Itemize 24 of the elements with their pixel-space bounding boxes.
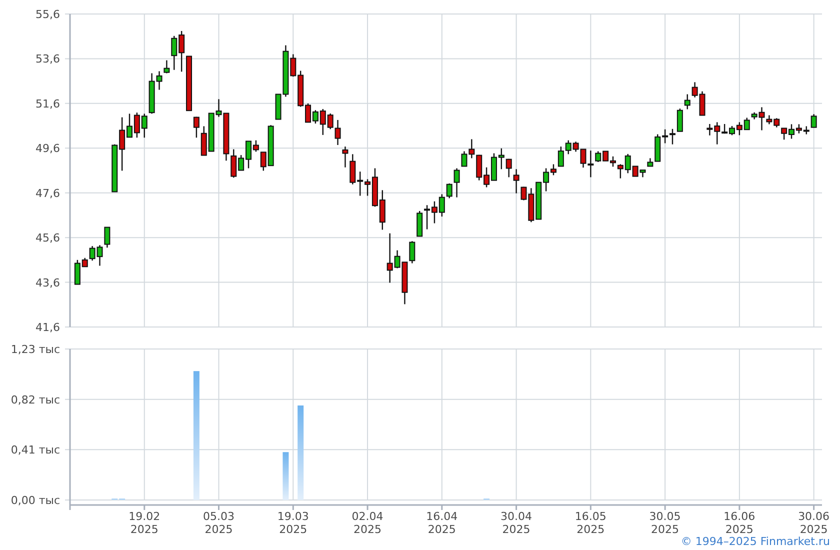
axis-label: 53,6 xyxy=(36,52,60,66)
axis-label: 0,82 тыс xyxy=(10,393,60,406)
axis-label: 55,6 xyxy=(36,8,60,21)
axis-label: 19.03 2025 xyxy=(277,510,309,535)
axis-label: 43,6 xyxy=(36,276,60,290)
axis-label: 02.04 2025 xyxy=(352,510,384,535)
copyright-link[interactable]: © 1994–2025 Finmarket.ru xyxy=(680,535,830,550)
axis-label: 16.05 2025 xyxy=(574,510,606,535)
axis-label: 41,6 xyxy=(36,321,60,334)
axis-label: 30.05 2025 xyxy=(649,510,681,535)
axis-label: 30.06 2025 xyxy=(798,510,830,535)
axis-label: 47,6 xyxy=(36,186,60,200)
axis-label: 0,00 тыс xyxy=(10,494,60,507)
axis-label: 05.03 2025 xyxy=(203,510,235,535)
axis-label: 30.04 2025 xyxy=(500,510,532,535)
axis-label: 45,6 xyxy=(36,232,60,245)
axis-label: 16.06 2025 xyxy=(724,510,756,535)
volume-bar xyxy=(282,452,289,500)
axis-label: 51,6 xyxy=(36,97,60,110)
axis-label: 19.02 2025 xyxy=(128,510,160,535)
axis-label: 1,23 тыс xyxy=(10,343,60,356)
axis-label: 16.04 2025 xyxy=(426,510,458,535)
axis-label: 0,41 тыс xyxy=(10,444,60,457)
axis-label: 49,6 xyxy=(36,142,60,156)
